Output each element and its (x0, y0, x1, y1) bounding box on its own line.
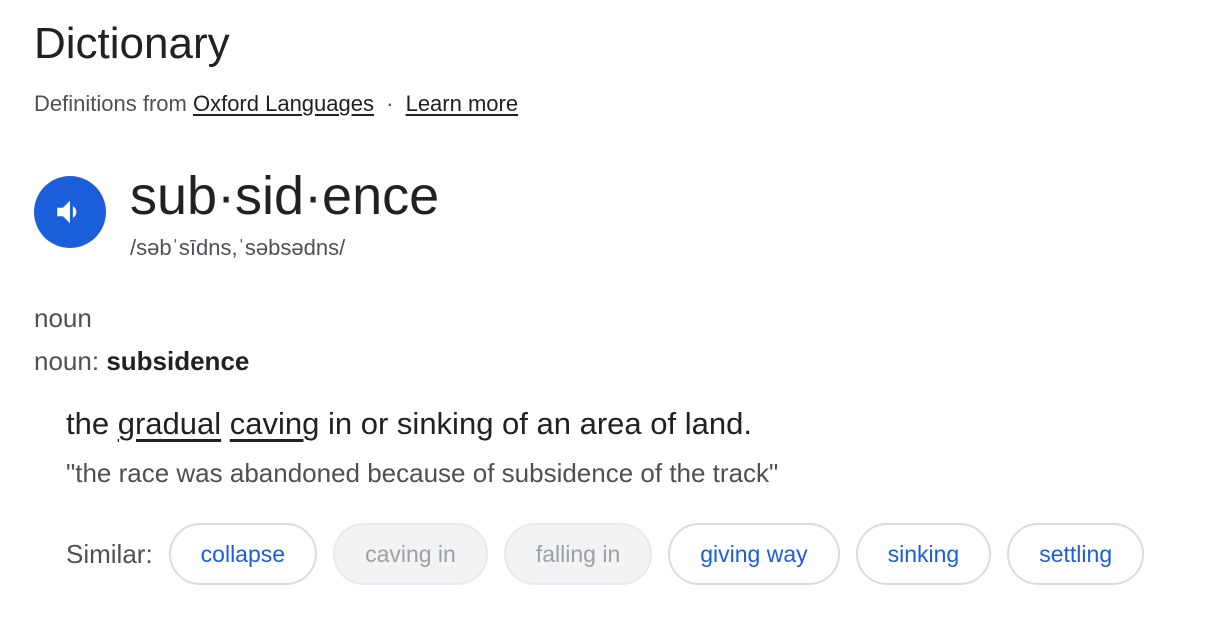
source-line: Definitions from Oxford Languages · Lear… (34, 90, 518, 118)
pos-word: subsidence (106, 346, 250, 376)
definition-rest: in or sinking of an area of land. (328, 406, 752, 441)
example-sentence: "the race was abandoned because of subsi… (66, 458, 779, 488)
caving-link[interactable]: caving (230, 406, 320, 441)
similar-chip-falling-in: falling in (503, 523, 653, 585)
similar-chip-sinking[interactable]: sinking (855, 523, 992, 585)
similar-chip-caving-in: caving in (333, 523, 488, 585)
similar-chip-giving-way[interactable]: giving way (668, 523, 840, 585)
oxford-languages-link[interactable]: Oxford Languages (193, 91, 374, 116)
similar-chip-collapse[interactable]: collapse (168, 523, 318, 585)
similar-label: Similar: (66, 538, 153, 569)
learn-more-link[interactable]: Learn more (406, 91, 519, 116)
source-prefix: Definitions from (34, 91, 187, 116)
pos-prefix: noun: (34, 346, 100, 376)
gradual-link[interactable]: gradual (118, 406, 221, 441)
phonetic-spelling: /səbˈsīdns,ˈsəbsədns/ (130, 235, 346, 260)
pos-headword-line: noun: subsidence (34, 345, 249, 377)
definition-text: the gradual caving in or sinking of an a… (66, 404, 752, 444)
separator: · (386, 91, 394, 116)
pronunciation-audio-button[interactable] (34, 176, 106, 248)
speaker-icon (53, 195, 87, 229)
dictionary-card: Dictionary Definitions from Oxford Langu… (0, 0, 1210, 618)
headword: sub·sid·ence (130, 166, 440, 226)
definition-word: the (66, 406, 110, 441)
similar-words-row: Similar: collapse caving in falling in g… (66, 521, 1160, 587)
part-of-speech: noun (34, 303, 92, 333)
page-title: Dictionary (34, 19, 230, 68)
similar-chip-settling[interactable]: settling (1007, 523, 1145, 585)
